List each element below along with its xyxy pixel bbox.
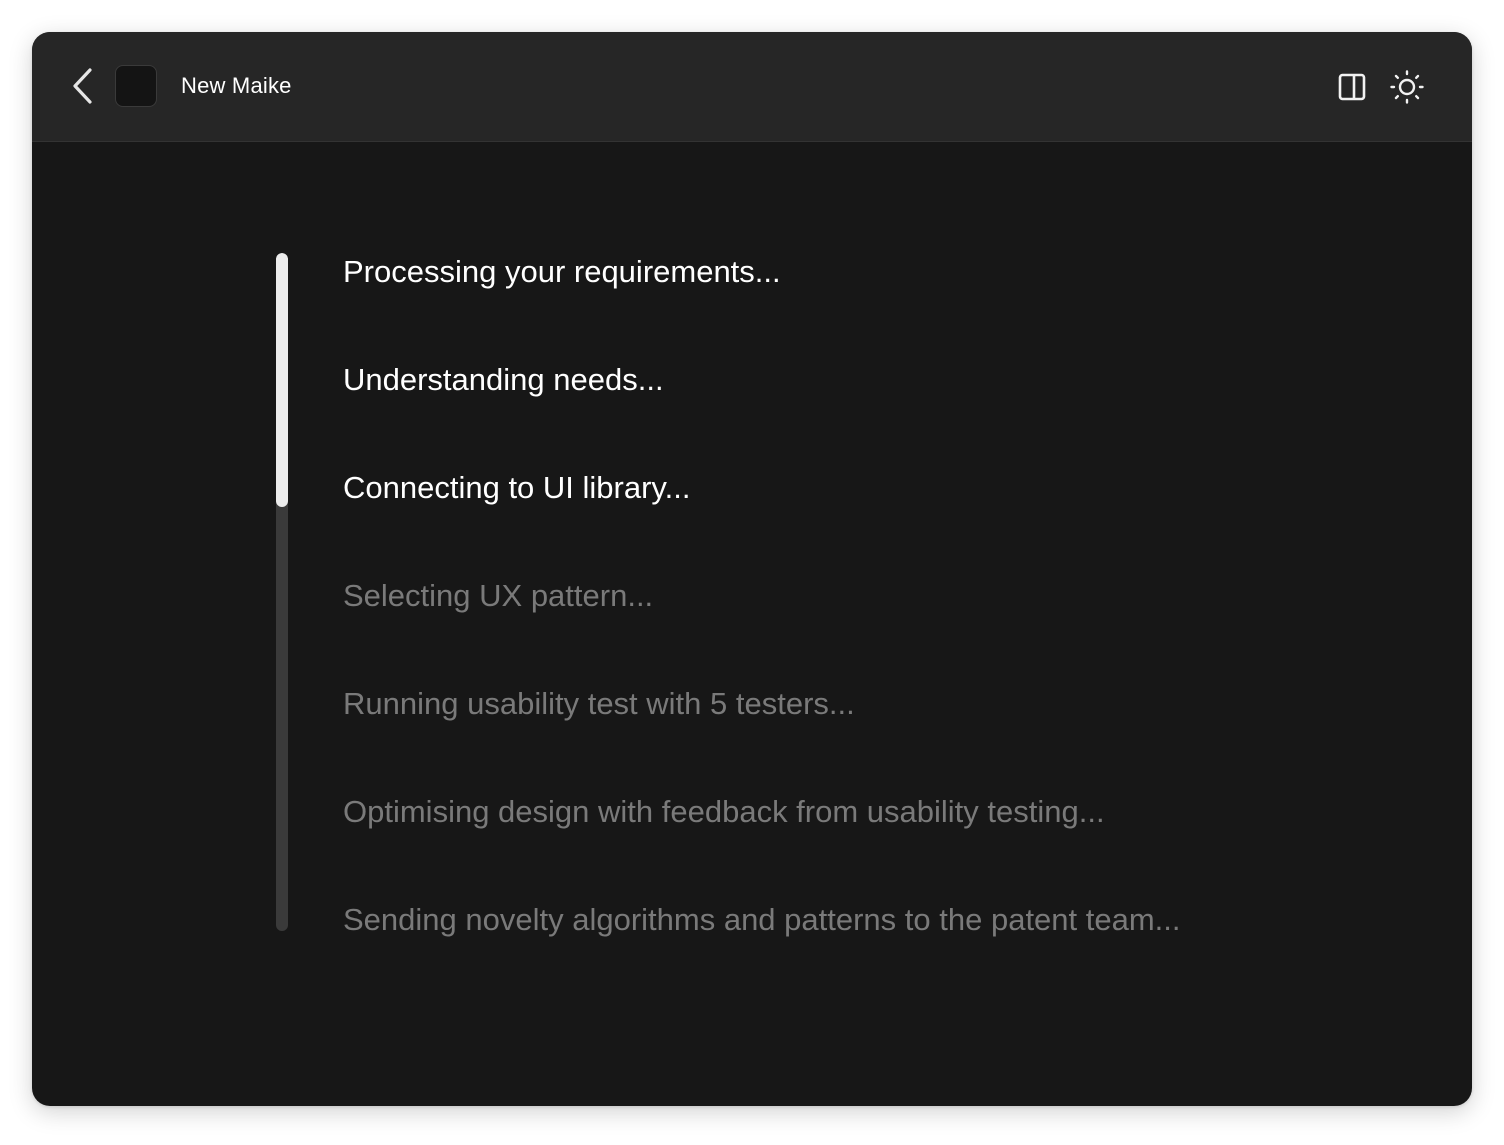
window-title: New Maike (181, 73, 292, 98)
step-item: Connecting to UI library... (343, 470, 691, 505)
step-item: Selecting UX pattern... (343, 578, 654, 613)
step-item: Processing your requirements... (343, 254, 781, 289)
step-item: Sending novelty algorithms and patterns … (343, 902, 1181, 937)
progress-track (276, 253, 288, 931)
step-list: Processing your requirements... Understa… (343, 250, 1181, 1006)
theme-toggle-button[interactable] (1389, 69, 1425, 105)
step-item: Optimising design with feedback from usa… (343, 794, 1105, 829)
app-icon[interactable] (115, 65, 157, 107)
app-window: New Maike Processing your requirements..… (32, 32, 1472, 1106)
step-item: Understanding needs... (343, 362, 664, 397)
sidebar-panel-icon (1338, 73, 1366, 101)
toggle-panel-button[interactable] (1337, 72, 1367, 102)
sun-icon (1390, 70, 1424, 104)
progress-fill (276, 253, 288, 507)
chevron-left-icon (73, 68, 92, 104)
step-item: Running usability test with 5 testers... (343, 686, 855, 721)
title-bar: New Maike (32, 32, 1472, 142)
back-button[interactable] (68, 67, 98, 105)
